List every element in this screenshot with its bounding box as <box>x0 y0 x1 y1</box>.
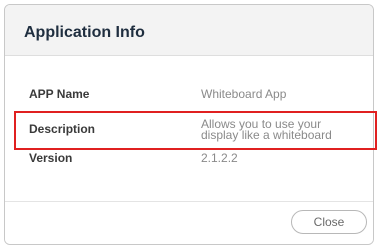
version-label: Version <box>29 151 73 165</box>
version-value: 2.1.2.2 <box>201 151 238 165</box>
app-name-label: APP Name <box>29 87 90 101</box>
dialog-header: Application Info <box>5 5 373 56</box>
app-name-value: Whiteboard App <box>201 87 287 101</box>
app-info-screen: Application Info APP Name Whiteboard App… <box>0 0 378 249</box>
dialog-title: Application Info <box>24 24 145 41</box>
description-highlight-box <box>14 111 377 150</box>
close-button[interactable]: Close <box>291 210 367 234</box>
dialog-footer: Close <box>5 201 373 244</box>
